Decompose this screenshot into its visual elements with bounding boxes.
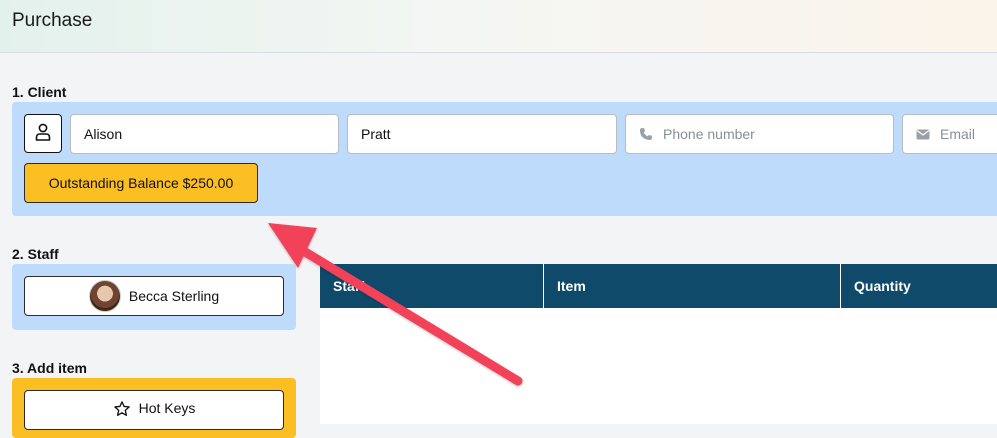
last-name-field[interactable] <box>347 114 617 154</box>
email-input[interactable] <box>940 115 997 153</box>
client-section-label: 1. Client <box>12 84 67 100</box>
column-header-item: Item <box>544 264 841 308</box>
hot-keys-label: Hot Keys <box>138 400 196 416</box>
cart-table: Staff Item Quantity <box>320 264 997 424</box>
avatar <box>88 280 121 312</box>
outstanding-balance-button[interactable]: Outstanding Balance $250.00 <box>24 163 258 203</box>
email-field[interactable] <box>902 114 997 154</box>
staff-section-label: 2. Staff <box>12 246 59 262</box>
last-name-input[interactable] <box>361 115 616 153</box>
user-icon <box>35 123 51 144</box>
hot-keys-button[interactable]: Hot Keys <box>24 390 284 430</box>
page-title: Purchase <box>12 10 93 31</box>
column-header-quantity: Quantity <box>854 278 911 294</box>
phone-input[interactable] <box>663 115 893 153</box>
first-name-input[interactable] <box>84 115 338 153</box>
phone-field[interactable] <box>625 114 894 154</box>
envelope-icon <box>916 129 930 140</box>
top-bar: Purchase <box>0 0 997 53</box>
first-name-field[interactable] <box>70 114 339 154</box>
client-profile-button[interactable] <box>24 114 62 153</box>
star-icon <box>113 400 131 421</box>
table-header: Staff Item Quantity <box>320 264 997 308</box>
staff-name: Becca Sterling <box>128 288 220 304</box>
add-item-section-label: 3. Add item <box>12 360 87 376</box>
phone-icon <box>639 127 653 141</box>
staff-select-button[interactable]: Becca Sterling <box>24 276 284 316</box>
column-header-staff: Staff <box>320 264 544 308</box>
